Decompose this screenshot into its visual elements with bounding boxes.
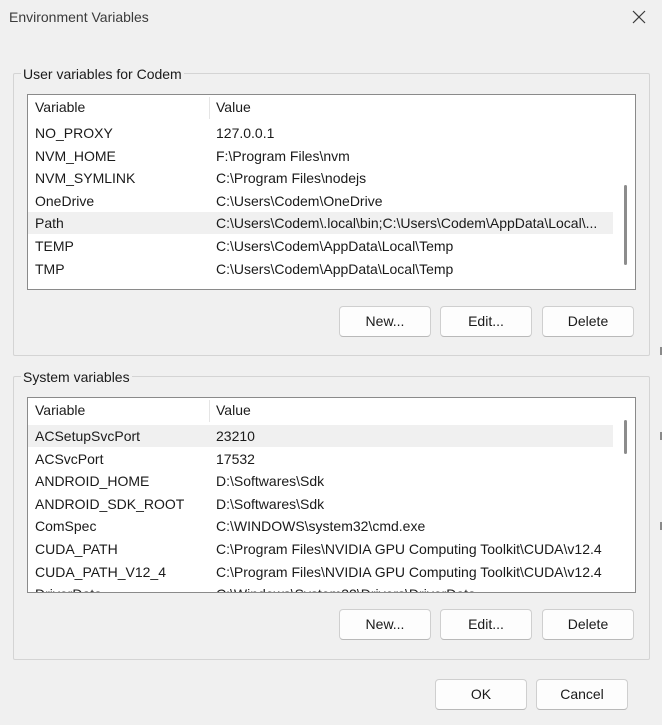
variable-name: ANDROID_SDK_ROOT [35,495,185,512]
variable-name: OneDrive [35,192,95,209]
table-row[interactable]: TEMP C:\Users\Codem\AppData\Local\Temp [28,235,613,257]
user-variables-group: User variables for Codem Variable Value … [13,65,650,356]
variable-value: 23210 [216,428,255,444]
variable-value: C:\Program Files\NVIDIA GPU Computing To… [216,541,602,557]
variable-name: TMP [35,260,65,277]
system-new-button[interactable]: New... [339,609,431,640]
user-variables-label: User variables for Codem [21,65,184,83]
variable-name: ACSvcPort [35,450,104,467]
table-row[interactable]: ANDROID_SDK_ROOT D:\Softwares\Sdk [28,493,613,515]
variable-name: NVM_HOME [35,147,116,164]
list-header: Variable Value [28,95,613,121]
system-variables-label: System variables [21,368,132,386]
table-row[interactable]: ACSetupSvcPort 23210 [28,425,613,447]
table-row[interactable]: TMP C:\Users\Codem\AppData\Local\Temp [28,258,613,280]
table-row[interactable]: CUDA_PATH C:\Program Files\NVIDIA GPU Com… [28,538,613,560]
variable-value: C:\Program Files\NVIDIA GPU Computing To… [216,563,602,580]
variable-name: DriverData [35,583,102,592]
system-variables-group: System variables Variable Value ACSetupS… [13,368,650,660]
column-divider[interactable] [209,400,210,422]
variable-value: C:\Windows\System32\Drivers\DriverData [216,583,611,592]
variable-value: C:\Users\Codem\OneDrive [216,192,383,209]
user-variables-list[interactable]: Variable Value NO_PROXY 127.0.0.1 NVM_HOME… [27,94,636,290]
variable-name: CUDA_PATH_V12_4 [35,563,166,580]
table-row[interactable]: CUDA_PATH_V12_4 C:\Program Files\NVIDIA G… [28,561,613,583]
variable-value: C:\Users\Codem\.local\bin;C:\Users\Codem… [216,215,598,232]
column-header-variable[interactable]: Variable [35,402,85,418]
user-list-scrollbar[interactable] [615,95,635,289]
variable-value: D:\Softwares\Sdk [216,495,325,512]
variable-name: CUDA_PATH [35,541,118,557]
column-header-value[interactable]: Value [216,99,251,115]
scrollbar-thumb[interactable] [624,420,627,454]
variable-name: ACSetupSvcPort [35,428,141,444]
variable-value: D:\Softwares\Sdk [216,473,325,490]
scrollbar-thumb[interactable] [624,185,627,265]
table-row[interactable]: NO_PROXY 127.0.0.1 [28,122,613,144]
user-new-button[interactable]: New... [339,306,431,337]
variable-value: C:\Users\Codem\AppData\Local\Temp [216,238,454,254]
system-edit-button[interactable]: Edit... [440,609,532,640]
variable-value: C:\Users\Codem\AppData\Local\Temp [216,260,454,277]
variable-name: NVM_SYMLINK [35,170,136,187]
variable-value: C:\Program Files\nodejs [216,170,367,187]
table-row[interactable]: ANDROID_HOME D:\Softwares\Sdk [28,470,613,492]
variable-name: TEMP [35,238,74,254]
window-title: Environment Variables [9,9,149,25]
column-header-variable[interactable]: Variable [35,99,85,115]
system-variables-list[interactable]: Variable Value ACSetupSvcPort 23210 ACSvcP… [27,397,636,593]
table-row[interactable]: ACSvcPort 17532 [28,448,613,470]
user-delete-button[interactable]: Delete [542,306,634,337]
variable-value: F:\Program Files\nvm [216,147,350,164]
variable-value: 17532 [216,450,255,467]
variable-value: 127.0.0.1 [216,125,275,141]
table-row[interactable]: NVM_HOME F:\Program Files\nvm [28,145,613,167]
user-edit-button[interactable]: Edit... [440,306,532,337]
table-row[interactable]: OneDrive C:\Users\Codem\OneDrive [28,190,613,212]
variable-name: Path [35,215,64,232]
variable-name: ANDROID_HOME [35,473,150,490]
table-row[interactable]: ComSpec C:\WINDOWS\system32\cmd.exe [28,515,613,537]
cancel-button[interactable]: Cancel [536,679,628,710]
close-icon[interactable] [628,6,650,28]
system-delete-button[interactable]: Delete [542,609,634,640]
title-bar: Environment Variables [0,0,662,36]
list-header: Variable Value [28,398,613,424]
ok-button[interactable]: OK [435,679,527,710]
system-list-scrollbar[interactable] [615,398,635,592]
table-row[interactable]: DriverData C:\Windows\System32\Drivers\Dr… [28,583,613,592]
table-row[interactable]: Path C:\Users\Codem\.local\bin;C:\Users\C… [28,212,613,235]
variable-name: ComSpec [35,518,97,535]
variable-name: NO_PROXY [35,125,113,141]
variable-value: C:\WINDOWS\system32\cmd.exe [216,518,426,535]
column-divider[interactable] [209,97,210,119]
table-row[interactable]: NVM_SYMLINK C:\Program Files\nodejs [28,167,613,189]
column-header-value[interactable]: Value [216,402,251,418]
